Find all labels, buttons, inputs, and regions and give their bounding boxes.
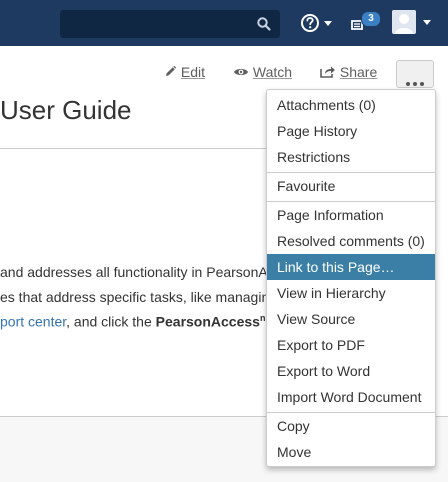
body-text-line: and addresses all functionality in Pears… xyxy=(0,264,268,280)
share-button[interactable]: Share xyxy=(320,64,377,84)
user-avatar-icon xyxy=(392,10,416,34)
pencil-icon xyxy=(166,65,177,76)
menu-item-link-to-page[interactable]: Link to this Page… xyxy=(267,254,435,280)
menu-item-label: Favourite xyxy=(277,178,336,194)
menu-item-view-source[interactable]: View Source xyxy=(267,306,435,332)
menu-item-label: Page History xyxy=(277,123,358,139)
watch-button[interactable]: Watch xyxy=(233,64,292,84)
menu-item-favourite[interactable]: Favourite xyxy=(267,173,435,199)
menu-item-export-pdf[interactable]: Export to PDF xyxy=(267,332,435,358)
support-center-link[interactable]: port center xyxy=(0,314,66,330)
menu-item-restrictions[interactable]: Restrictions xyxy=(267,144,435,170)
menu-item-label: Link to this Page… xyxy=(277,259,395,275)
divider xyxy=(0,148,270,149)
menu-item-export-word[interactable]: Export to Word xyxy=(267,358,435,384)
pearsonaccess-bold-text: PearsonAccess xyxy=(155,313,260,330)
menu-item-label: Copy xyxy=(277,418,310,434)
share-icon xyxy=(320,66,335,78)
watch-label: Watch xyxy=(252,64,293,80)
body-text-fragment: , and click the xyxy=(66,313,156,330)
chevron-down-icon xyxy=(423,20,431,25)
menu-item-label: Attachments (0) xyxy=(277,97,376,113)
menu-item-page-history[interactable]: Page History xyxy=(267,118,435,144)
page-title: User Guide xyxy=(0,95,132,125)
menu-item-move[interactable]: Move xyxy=(267,439,435,465)
menu-item-copy[interactable]: Copy xyxy=(267,413,435,439)
notification-count-badge: 3 xyxy=(361,11,381,27)
menu-item-view-in-hierarchy[interactable]: View in Hierarchy xyxy=(267,280,435,306)
more-actions-button[interactable] xyxy=(396,60,434,88)
menu-item-label: Export to Word xyxy=(277,363,371,379)
superscript-text: n xyxy=(259,313,266,323)
share-label: Share xyxy=(339,64,378,80)
edit-label: Edit xyxy=(180,64,206,80)
search-input[interactable] xyxy=(60,10,280,38)
menu-item-attachments[interactable]: Attachments (0) xyxy=(267,92,435,118)
menu-item-label: View in Hierarchy xyxy=(277,285,386,301)
menu-item-label: Resolved comments (0) xyxy=(277,233,425,249)
menu-item-label: View Source xyxy=(277,311,356,327)
top-navigation-bar: 3 xyxy=(0,0,448,46)
menu-item-label: Import Word Document xyxy=(277,389,422,405)
more-actions-menu: Attachments (0) Page History Restriction… xyxy=(266,89,436,467)
menu-item-page-information[interactable]: Page Information xyxy=(267,202,435,228)
menu-item-import-word[interactable]: Import Word Document xyxy=(267,384,435,410)
chevron-down-icon xyxy=(324,21,332,26)
search-icon[interactable] xyxy=(256,16,272,32)
help-menu-button[interactable] xyxy=(300,13,336,35)
menu-item-resolved-comments[interactable]: Resolved comments (0) xyxy=(267,228,435,254)
menu-item-label: Move xyxy=(277,444,312,460)
eye-icon xyxy=(234,69,248,75)
menu-item-label: Page Information xyxy=(277,207,384,223)
user-menu-button[interactable] xyxy=(390,10,438,36)
body-text-line: es that address specific tasks, like man… xyxy=(0,289,270,305)
help-icon xyxy=(301,14,319,32)
menu-item-label: Export to PDF xyxy=(277,337,365,353)
menu-item-label: Restrictions xyxy=(277,149,351,165)
edit-button[interactable]: Edit xyxy=(164,64,205,84)
body-text-line: port center, and click the PearsonAccess… xyxy=(0,313,265,330)
